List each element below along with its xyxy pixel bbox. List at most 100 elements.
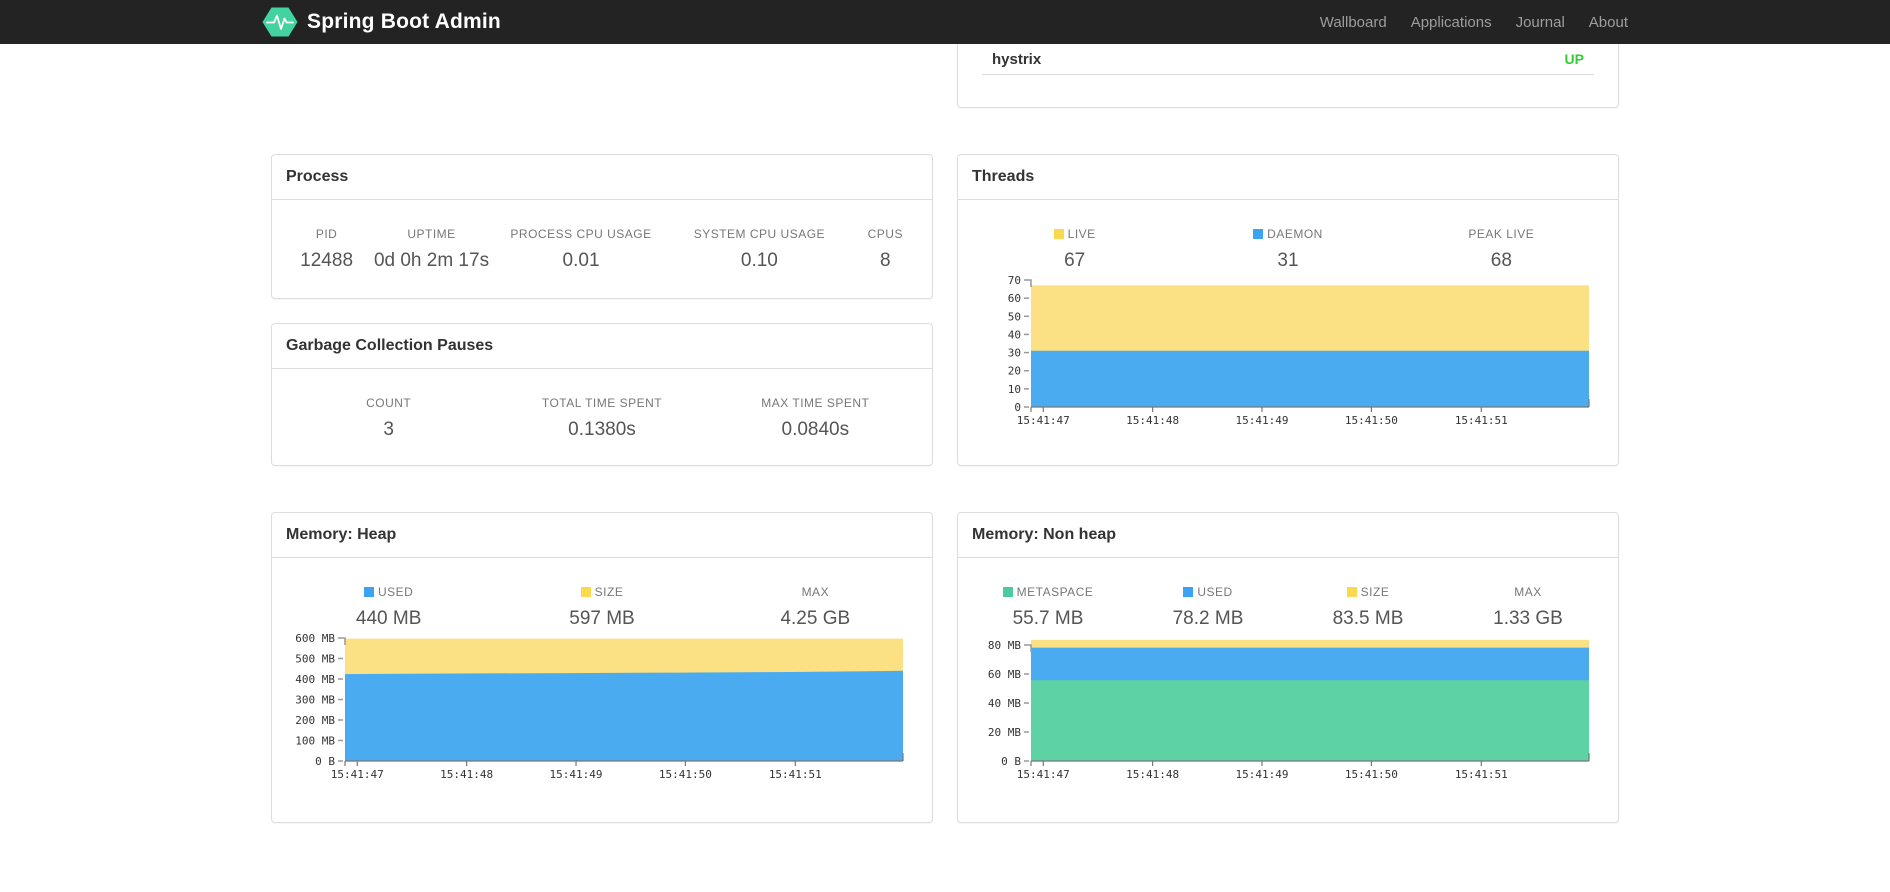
y-tick-label: 0 B xyxy=(1001,755,1021,768)
nav-link-about[interactable]: About xyxy=(1577,14,1628,31)
metric-label-text: MAX xyxy=(801,585,830,599)
metric-value: 0.01 xyxy=(562,250,600,271)
metric-peak-live: PEAK LIVE 68 xyxy=(1395,227,1608,272)
metric-label-text: SIZE xyxy=(594,585,624,599)
panel-heap-title: Memory: Heap xyxy=(272,513,932,558)
metric-label: USED xyxy=(282,585,495,599)
x-tick-label: 15:41:47 xyxy=(1017,768,1070,781)
metric-label: MAX xyxy=(1448,585,1608,599)
metric-value: 83.5 MB xyxy=(1332,608,1404,629)
metric-label-text: DAEMON xyxy=(1267,227,1323,241)
metric-label: USED xyxy=(1128,585,1288,599)
metric-value: 4.25 GB xyxy=(780,608,851,629)
metric-daemon: DAEMON 31 xyxy=(1181,227,1394,272)
y-axis-top-tick xyxy=(1029,644,1032,652)
brand-title: Spring Boot Admin xyxy=(307,10,501,33)
metric-value: 78.2 MB xyxy=(1172,608,1244,629)
panel-memory-heap: Memory: Heap USED 440 MB SIZE 597 MB MAX 4.25… xyxy=(271,512,933,823)
metric-label: PEAK LIVE xyxy=(1395,227,1608,241)
area-used xyxy=(345,670,903,761)
metric-size: SIZE 83.5 MB xyxy=(1288,585,1448,630)
y-tick-label: 30 xyxy=(1008,347,1021,360)
metric-label-text: LIVE xyxy=(1067,227,1096,241)
metric-process-cpu-usage: PROCESS CPU USAGE 0.01 xyxy=(492,227,670,272)
panel-process-title: Process xyxy=(272,155,932,200)
metric-value: 8 xyxy=(879,250,891,271)
panel-threads: Threads LIVE 67 DAEMON 31 PEAK LIVE 68 0 10 20 3… xyxy=(957,154,1619,466)
metric-label-text: CPUS xyxy=(867,227,903,241)
metric-cpus: CPUS 8 xyxy=(849,227,922,272)
y-tick-label: 70 xyxy=(1008,274,1021,287)
nav-item: Journal xyxy=(1504,14,1577,31)
y-tick-label: 0 B xyxy=(315,755,335,768)
metric-max: MAX 4.25 GB xyxy=(709,585,922,630)
metric-value: 0.0840s xyxy=(781,419,850,440)
metric-label: DAEMON xyxy=(1181,227,1394,241)
y-tick-label: 80 MB xyxy=(988,639,1021,652)
metric-label: UPTIME xyxy=(371,227,492,241)
metric-label: SIZE xyxy=(1288,585,1448,599)
metric-label-text: METASPACE xyxy=(1016,585,1094,599)
metric-label: PID xyxy=(282,227,371,241)
metric-metaspace: METASPACE 55.7 MB xyxy=(968,585,1128,630)
metric-value: 440 MB xyxy=(355,608,422,629)
y-tick-label: 60 xyxy=(1008,292,1021,305)
x-tick-label: 15:41:48 xyxy=(440,768,493,781)
x-tick-label: 15:41:49 xyxy=(1236,414,1289,427)
metric-max: MAX 1.33 GB xyxy=(1448,585,1608,630)
panel-garbage-collection: Garbage Collection Pauses COUNT 3 TOTAL TI… xyxy=(271,323,933,466)
metric-pid: PID 12488 xyxy=(282,227,371,272)
metric-label-text: TOTAL TIME SPENT xyxy=(541,396,663,410)
panel-application-status: hystrix UP xyxy=(957,44,1619,108)
panel-memory-nonheap: Memory: Non heap METASPACE 55.7 MB USED 78.… xyxy=(957,512,1619,823)
area-metaspace xyxy=(1031,680,1589,761)
spring-boot-admin-logo-icon xyxy=(262,7,298,37)
metric-label: METASPACE xyxy=(968,585,1128,599)
metric-label-text: USED xyxy=(377,585,414,599)
y-tick-label: 40 xyxy=(1008,328,1021,341)
nav-item: Applications xyxy=(1399,14,1504,31)
navbar: Spring Boot Admin Wallboard Applications J… xyxy=(0,0,1890,44)
metric-value: 3 xyxy=(383,419,394,440)
nav-link-journal[interactable]: Journal xyxy=(1504,14,1577,31)
y-tick-label: 0 xyxy=(1014,401,1021,414)
nav-link-wallboard[interactable]: Wallboard xyxy=(1308,14,1399,31)
metric-label: SYSTEM CPU USAGE xyxy=(670,227,848,241)
size-legend-swatch-icon xyxy=(580,587,591,597)
metric-count: COUNT 3 xyxy=(282,396,495,441)
heap-metrics: USED 440 MB SIZE 597 MB MAX 4.25 GB xyxy=(272,558,932,630)
metric-size: SIZE 597 MB xyxy=(495,585,708,630)
y-tick-label: 50 xyxy=(1008,310,1021,323)
metric-value: 55.7 MB xyxy=(1012,608,1084,629)
nav-link-applications[interactable]: Applications xyxy=(1399,14,1504,31)
y-tick-label: 600 MB xyxy=(295,632,335,645)
metric-label-text: UPTIME xyxy=(407,227,456,241)
nonheap-metrics: METASPACE 55.7 MB USED 78.2 MB SIZE 83.5 MB MA… xyxy=(958,558,1618,630)
metric-label-text: MAX TIME SPENT xyxy=(761,396,870,410)
heap-chart: 0 B 100 MB 200 MB 300 MB 400 MB 500 MB 600 MB 1… xyxy=(295,632,904,781)
nav-item: Wallboard xyxy=(1308,14,1399,31)
metric-value: 597 MB xyxy=(569,608,635,629)
x-tick-label: 15:41:47 xyxy=(1017,414,1070,427)
metric-label: TOTAL TIME SPENT xyxy=(495,396,708,410)
metric-label-text: SYSTEM CPU USAGE xyxy=(693,227,826,241)
metric-label-text: SIZE xyxy=(1360,585,1390,599)
metric-label: MAX xyxy=(709,585,922,599)
metric-value: 12488 xyxy=(300,250,354,271)
nonheap-chart: 0 B 20 MB 40 MB 60 MB 80 MB 15:41:47 15:41:48 1… xyxy=(988,639,1590,781)
x-tick-label: 15:41:51 xyxy=(1455,414,1508,427)
x-tick-label: 15:41:50 xyxy=(1345,768,1398,781)
navbar-inner: Spring Boot Admin Wallboard Applications J… xyxy=(262,0,1628,44)
application-name-link[interactable]: hystrix xyxy=(992,51,1041,68)
threads-chart: 0 10 20 30 40 50 60 70 15:41:47 15:41:48 15:41:49 1… xyxy=(1008,274,1590,427)
y-tick-label: 400 MB xyxy=(295,673,335,686)
panel-process: Process PID 12488 UPTIME 0d 0h 2m 17s PROCES… xyxy=(271,154,933,299)
metric-value: 31 xyxy=(1277,250,1299,271)
brand[interactable]: Spring Boot Admin xyxy=(262,6,501,38)
dashboard: Process PID 12488 UPTIME 0d 0h 2m 17s PROCES… xyxy=(271,44,1619,823)
daemon-legend-swatch-icon xyxy=(1253,229,1264,239)
y-tick-label: 60 MB xyxy=(988,668,1021,681)
right-column: hystrix UP Threads LIVE 67 DAEMON 31 PEAK LI… xyxy=(957,44,1619,823)
metric-label: PROCESS CPU USAGE xyxy=(492,227,670,241)
nav-item: About xyxy=(1577,14,1628,31)
